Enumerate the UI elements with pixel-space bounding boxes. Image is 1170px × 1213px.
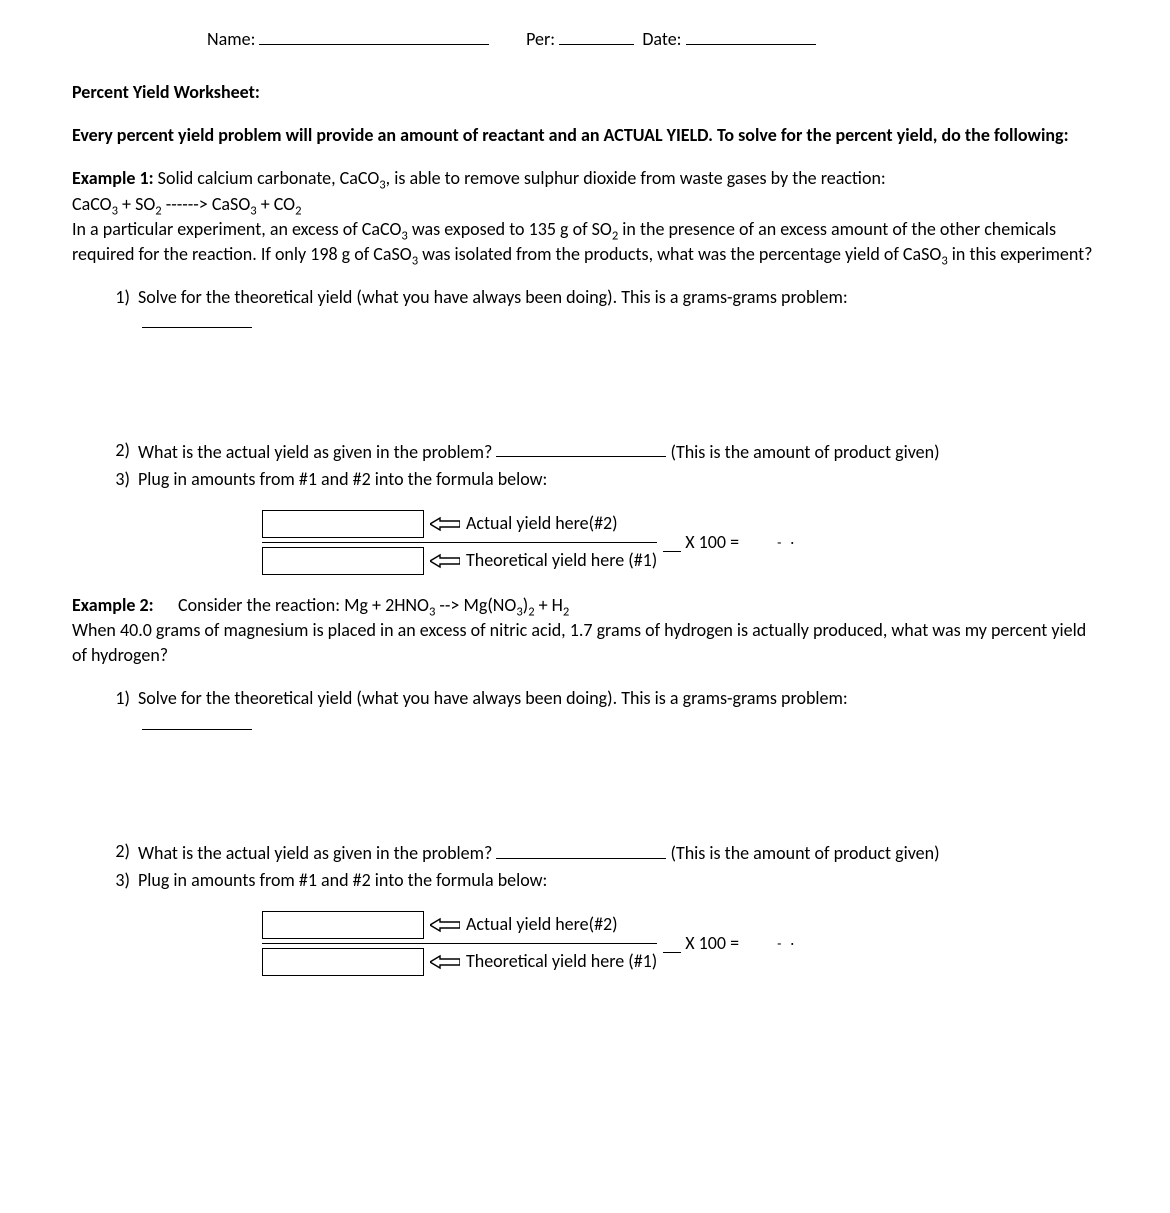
worksheet-page: Name: Per: Date: Percent Yield Worksheet… bbox=[0, 0, 1170, 1213]
step2-text-b: (This is the amount of product given) bbox=[666, 440, 939, 462]
step-num: 1) bbox=[102, 285, 138, 335]
step3-text: Plug in amounts from #1 and #2 into the … bbox=[138, 467, 1098, 492]
ex1-body: In a particular experiment, an excess of… bbox=[72, 217, 1098, 267]
ex1-b1: In a particular experiment, an excess of… bbox=[72, 218, 401, 240]
denominator-label: Theoretical yield here (#1) bbox=[466, 548, 657, 573]
eq-caso3: ------> CaSO bbox=[162, 193, 251, 215]
step-body: Solve for the theoretical yield (what yo… bbox=[138, 686, 1098, 736]
ex2-line2: When 40.0 grams of magnesium is placed i… bbox=[72, 618, 1098, 668]
example-1: Example 1: Solid calcium carbonate, CaCO… bbox=[72, 166, 1098, 267]
theoretical-yield-box[interactable] bbox=[262, 547, 424, 575]
actual-yield-box[interactable] bbox=[262, 911, 424, 939]
per-label: Per: bbox=[526, 28, 555, 50]
x100-text: X 100 = bbox=[685, 530, 739, 555]
sub-2: 2 bbox=[295, 203, 301, 218]
fraction-denominator: Theoretical yield here (#1) bbox=[262, 543, 657, 579]
eq-caco3: CaCO bbox=[72, 193, 112, 215]
step2-text-a: What is the actual yield as given in the… bbox=[138, 842, 496, 864]
ex2-t2: --> Mg(NO bbox=[435, 594, 516, 616]
steps-list-1: 1) Solve for the theoretical yield (what… bbox=[72, 285, 1098, 492]
ex2-label: Example 2: bbox=[72, 594, 154, 616]
numerator-label: Actual yield here(#2) bbox=[466, 511, 618, 536]
header-row: Name: Per: Date: bbox=[72, 25, 1098, 52]
step2-text-a: What is the actual yield as given in the… bbox=[138, 440, 496, 462]
arrow-left-icon bbox=[430, 516, 460, 532]
step-num: 3) bbox=[102, 868, 138, 893]
step2-text-b: (This is the amount of product given) bbox=[666, 842, 939, 864]
step-3: 3) Plug in amounts from #1 and #2 into t… bbox=[102, 868, 1098, 893]
ex1-b4: was isolated from the products, what was… bbox=[418, 243, 941, 265]
theoretical-yield-box[interactable] bbox=[262, 948, 424, 976]
example-2: Example 2: Consider the reaction: Mg + 2… bbox=[72, 593, 1098, 669]
ex1-text: Solid calcium carbonate, CaCO bbox=[154, 167, 380, 189]
fraction: Actual yield here(#2) Theoretical yield … bbox=[262, 907, 657, 980]
workspace-2 bbox=[102, 739, 1098, 839]
ex1-b5: in this experiment? bbox=[948, 243, 1093, 265]
worksheet-title: Percent Yield Worksheet: bbox=[72, 80, 1098, 105]
date-blank[interactable] bbox=[686, 25, 816, 45]
step-3: 3) Plug in amounts from #1 and #2 into t… bbox=[102, 467, 1098, 492]
denominator-label: Theoretical yield here (#1) bbox=[466, 949, 657, 974]
ex1-line1: Example 1: Solid calcium carbonate, CaCO… bbox=[72, 166, 1098, 191]
step-num: 2) bbox=[102, 839, 138, 866]
step-num: 3) bbox=[102, 467, 138, 492]
arrow-left-icon bbox=[430, 917, 460, 933]
fraction-denominator: Theoretical yield here (#1) bbox=[262, 944, 657, 980]
fraction: Actual yield here(#2) Theoretical yield … bbox=[262, 506, 657, 579]
intro-text: Every percent yield problem will provide… bbox=[72, 123, 1098, 148]
step-body: What is the actual yield as given in the… bbox=[138, 839, 1098, 866]
actual-yield-blank[interactable] bbox=[496, 438, 666, 458]
step-2: 2) What is the actual yield as given in … bbox=[102, 839, 1098, 866]
step-1: 1) Solve for the theoretical yield (what… bbox=[102, 686, 1098, 736]
arrow-left-icon bbox=[430, 553, 460, 569]
step-1: 1) Solve for the theoretical yield (what… bbox=[102, 285, 1098, 335]
multiply-100: X 100 = - · bbox=[663, 931, 805, 956]
step-num: 1) bbox=[102, 686, 138, 736]
step-2: 2) What is the actual yield as given in … bbox=[102, 438, 1098, 465]
step-body: What is the actual yield as given in the… bbox=[138, 438, 1098, 465]
ex2-line1: Example 2: Consider the reaction: Mg + 2… bbox=[72, 593, 1098, 618]
step1-blank[interactable] bbox=[142, 712, 252, 729]
result-dots: - · bbox=[769, 934, 805, 954]
multiply-100: X 100 = - · bbox=[663, 530, 805, 555]
steps-list-2: 1) Solve for the theoretical yield (what… bbox=[72, 686, 1098, 893]
formula-block-1: Actual yield here(#2) Theoretical yield … bbox=[72, 506, 1098, 579]
step1-text: Solve for the theoretical yield (what yo… bbox=[138, 687, 848, 709]
eq-so2: + SO bbox=[118, 193, 155, 215]
ex2-t1: Consider the reaction: Mg + 2HNO bbox=[178, 594, 429, 616]
step3-text: Plug in amounts from #1 and #2 into the … bbox=[138, 868, 1098, 893]
ex1-b2: was exposed to 135 g of SO bbox=[408, 218, 612, 240]
name-blank[interactable] bbox=[259, 25, 489, 45]
ex1-equation: CaCO3 + SO2 ------> CaSO3 + CO2 bbox=[72, 192, 1098, 217]
result-dots: - · bbox=[769, 533, 805, 553]
actual-yield-box[interactable] bbox=[262, 510, 424, 538]
ex1-label: Example 1: bbox=[72, 167, 154, 189]
arrow-left-icon bbox=[430, 954, 460, 970]
numerator-label: Actual yield here(#2) bbox=[466, 912, 618, 937]
name-label: Name: bbox=[207, 28, 255, 50]
step1-text: Solve for the theoretical yield (what yo… bbox=[138, 286, 848, 308]
workspace-1 bbox=[102, 338, 1098, 438]
leading-dash bbox=[663, 934, 681, 953]
per-blank[interactable] bbox=[559, 25, 634, 45]
eq-co2: + CO bbox=[257, 193, 295, 215]
x100-text: X 100 = bbox=[685, 931, 739, 956]
step-body: Solve for the theoretical yield (what yo… bbox=[138, 285, 1098, 335]
step-num: 2) bbox=[102, 438, 138, 465]
step1-blank[interactable] bbox=[142, 311, 252, 328]
date-label: Date: bbox=[642, 28, 681, 50]
ex1-text2: , is able to remove sulphur dioxide from… bbox=[386, 167, 886, 189]
fraction-numerator: Actual yield here(#2) bbox=[262, 506, 657, 542]
leading-dash bbox=[663, 533, 681, 552]
ex2-t4: + H bbox=[535, 594, 563, 616]
fraction-numerator: Actual yield here(#2) bbox=[262, 907, 657, 943]
actual-yield-blank[interactable] bbox=[496, 839, 666, 859]
formula-block-2: Actual yield here(#2) Theoretical yield … bbox=[72, 907, 1098, 980]
